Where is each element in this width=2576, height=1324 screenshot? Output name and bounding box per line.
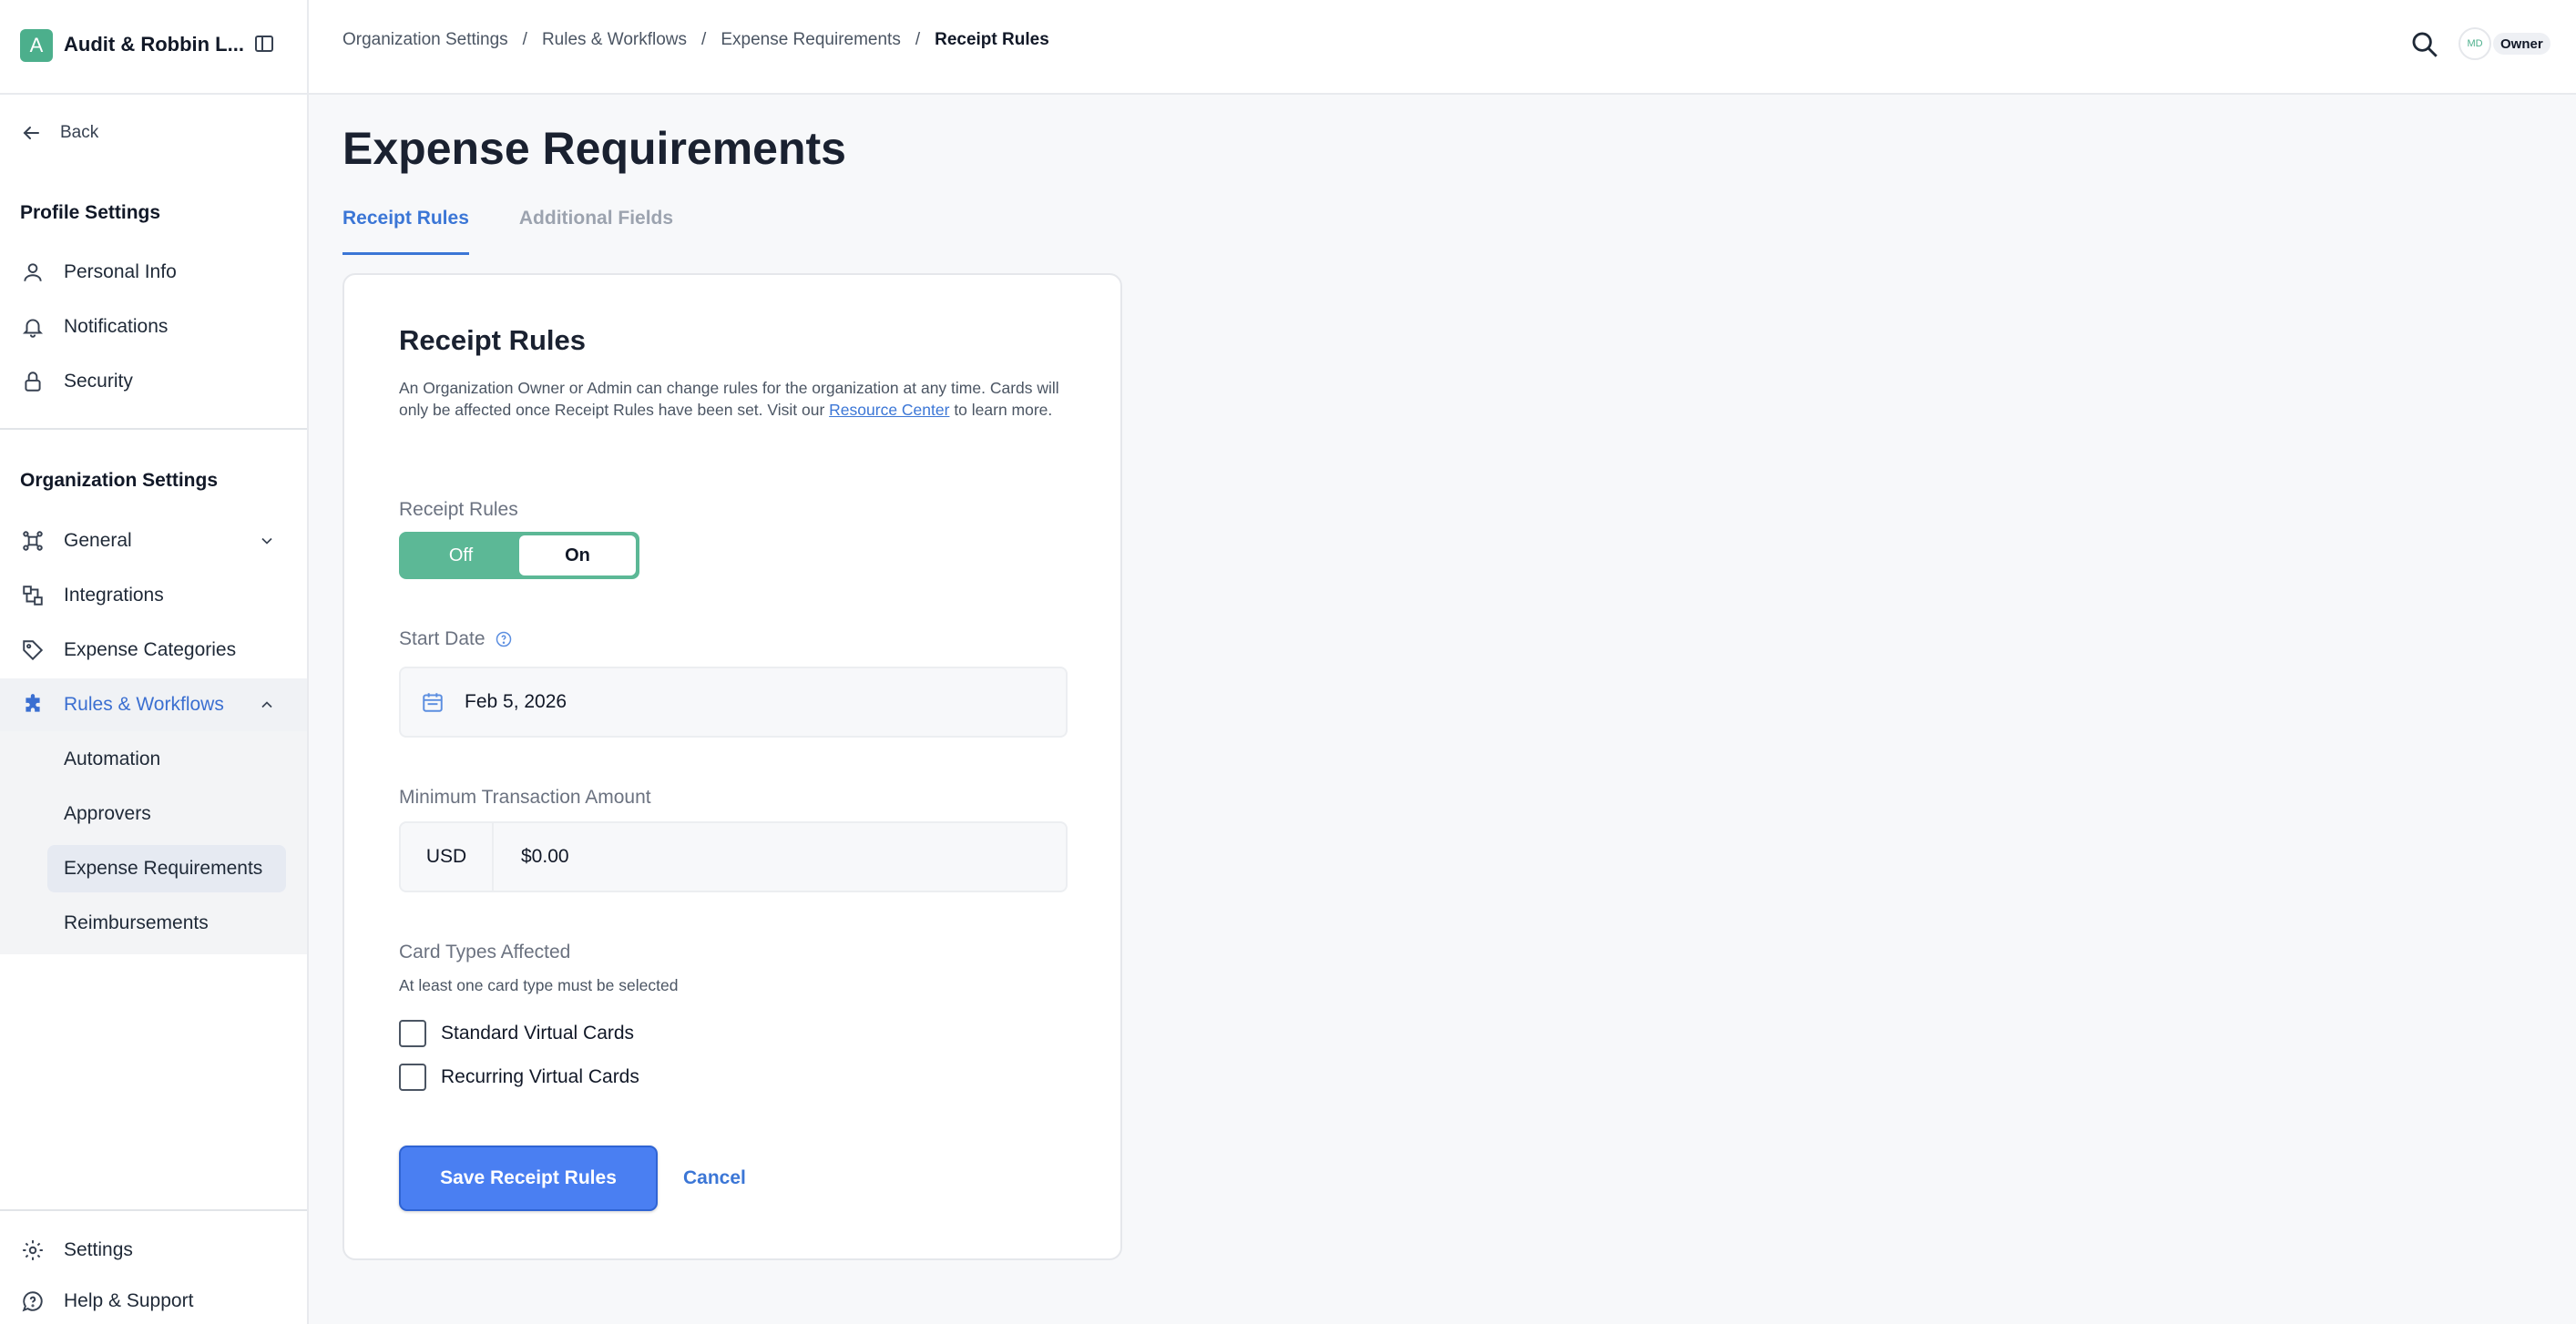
profile-settings-heading: Profile Settings <box>20 202 161 223</box>
org-header: A Audit & Robbin L... <box>0 0 307 95</box>
sidebar-divider <box>0 1209 307 1211</box>
sidebar-subitem-approvers[interactable]: Approvers <box>47 790 286 838</box>
cancel-button[interactable]: Cancel <box>683 1167 746 1189</box>
sidebar-item-general[interactable]: General <box>0 514 307 567</box>
start-date-label: Start Date <box>399 628 513 650</box>
sidebar-item-label: Expense Categories <box>64 639 237 660</box>
card-description: An Organization Owner or Admin can chang… <box>399 377 1073 421</box>
breadcrumb-separator: / <box>915 30 921 49</box>
arrow-left-icon <box>23 127 39 139</box>
sidebar-item-expense-categories[interactable]: Expense Categories <box>0 624 307 677</box>
sidebar-item-label: Personal Info <box>64 261 177 282</box>
org-settings-heading: Organization Settings <box>20 470 219 491</box>
start-date-input[interactable]: Feb 5, 2026 <box>399 667 1068 738</box>
sidebar-item-label: Security <box>64 371 133 392</box>
tag-icon <box>20 637 46 663</box>
top-bar: Organization Settings / Rules & Workflow… <box>309 0 2576 95</box>
sidebar: A Audit & Robbin L... Back Profile Setti… <box>0 0 309 1324</box>
sidebar-item-integrations[interactable]: Integrations <box>0 569 307 622</box>
sidebar-item-label: Help & Support <box>64 1290 194 1311</box>
chevron-down-icon[interactable] <box>258 532 276 550</box>
breadcrumb-separator: / <box>701 30 707 49</box>
amount-value[interactable]: $0.00 <box>494 846 569 868</box>
sidebar-toggle-icon[interactable] <box>253 33 275 55</box>
breadcrumb-rules-workflows[interactable]: Rules & Workflows <box>542 30 687 50</box>
sidebar-item-security[interactable]: Security <box>0 355 307 408</box>
sidebar-item-label: Rules & Workflows <box>64 694 224 715</box>
breadcrumb-expense-requirements[interactable]: Expense Requirements <box>721 30 901 50</box>
card-types-label: Card Types Affected <box>399 942 571 962</box>
min-amount-field[interactable]: USD $0.00 <box>399 821 1068 892</box>
checkbox-standard-virtual-cards[interactable]: Standard Virtual Cards <box>399 1020 634 1047</box>
sidebar-divider <box>0 428 307 430</box>
start-date-value: Feb 5, 2026 <box>465 691 567 712</box>
currency-selector[interactable]: USD <box>401 823 494 891</box>
tabs: Receipt Rules Additional Fields <box>342 208 673 255</box>
save-receipt-rules-button[interactable]: Save Receipt Rules <box>399 1146 658 1211</box>
network-icon <box>20 528 46 554</box>
sidebar-item-notifications[interactable]: Notifications <box>0 300 307 353</box>
search-icon[interactable] <box>2409 29 2440 60</box>
sidebar-subitem-automation[interactable]: Automation <box>47 736 286 783</box>
tab-additional-fields[interactable]: Additional Fields <box>519 208 673 255</box>
sidebar-subitem-reimbursements[interactable]: Reimbursements <box>47 900 286 947</box>
desc-text-end: to learn more. <box>949 401 1053 419</box>
chevron-up-icon[interactable] <box>258 696 276 714</box>
sidebar-item-settings[interactable]: Settings <box>0 1224 307 1277</box>
checkbox-label: Standard Virtual Cards <box>441 1023 635 1044</box>
sidebar-item-label: Settings <box>64 1239 133 1260</box>
sidebar-subitem-expense-requirements[interactable]: Expense Requirements <box>47 845 286 892</box>
role-badge: Owner <box>2493 33 2550 55</box>
org-name[interactable]: Audit & Robbin L... <box>64 33 244 56</box>
toggle-on-option[interactable]: On <box>519 535 636 575</box>
resource-center-link[interactable]: Resource Center <box>829 401 949 419</box>
back-label: Back <box>60 123 99 142</box>
sidebar-item-label: General <box>64 530 132 551</box>
back-link[interactable]: Back <box>20 122 98 144</box>
breadcrumb: Organization Settings / Rules & Workflow… <box>342 30 1049 50</box>
receipt-rules-label: Receipt Rules <box>399 499 518 520</box>
lock-icon <box>20 369 46 394</box>
card-title: Receipt Rules <box>399 324 587 356</box>
avatar[interactable]: MD <box>2458 27 2491 60</box>
start-date-label-text: Start Date <box>399 628 486 649</box>
calendar-icon <box>423 693 443 712</box>
breadcrumb-org-settings[interactable]: Organization Settings <box>342 30 508 50</box>
receipt-rules-card: Receipt Rules An Organization Owner or A… <box>342 273 1122 1260</box>
help-chat-icon <box>20 1288 46 1314</box>
toggle-off-option[interactable]: Off <box>403 535 519 575</box>
integrations-icon <box>20 583 46 608</box>
info-icon[interactable] <box>495 630 513 648</box>
checkbox-recurring-virtual-cards[interactable]: Recurring Virtual Cards <box>399 1064 639 1091</box>
sidebar-item-personal-info[interactable]: Personal Info <box>0 246 307 299</box>
checkbox[interactable] <box>399 1020 426 1047</box>
checkbox-label: Recurring Virtual Cards <box>441 1066 639 1087</box>
sidebar-item-rules-workflows[interactable]: Rules & Workflows <box>0 678 307 731</box>
sidebar-item-label: Notifications <box>64 316 169 337</box>
page-title: Expense Requirements <box>342 123 846 174</box>
breadcrumb-current: Receipt Rules <box>935 30 1049 49</box>
min-amount-label: Minimum Transaction Amount <box>399 787 651 808</box>
bell-icon <box>20 314 46 340</box>
receipt-rules-toggle[interactable]: Off On <box>399 532 639 579</box>
gear-icon <box>20 1237 46 1263</box>
user-icon <box>20 260 46 285</box>
sidebar-item-label: Integrations <box>64 585 164 606</box>
puzzle-icon <box>20 692 46 718</box>
org-avatar[interactable]: A <box>20 29 53 62</box>
tab-receipt-rules[interactable]: Receipt Rules <box>342 208 469 255</box>
checkbox[interactable] <box>399 1064 426 1091</box>
sidebar-item-help-support[interactable]: Help & Support <box>0 1278 307 1324</box>
breadcrumb-separator: / <box>522 30 527 49</box>
card-types-hint: At least one card type must be selected <box>399 976 679 994</box>
